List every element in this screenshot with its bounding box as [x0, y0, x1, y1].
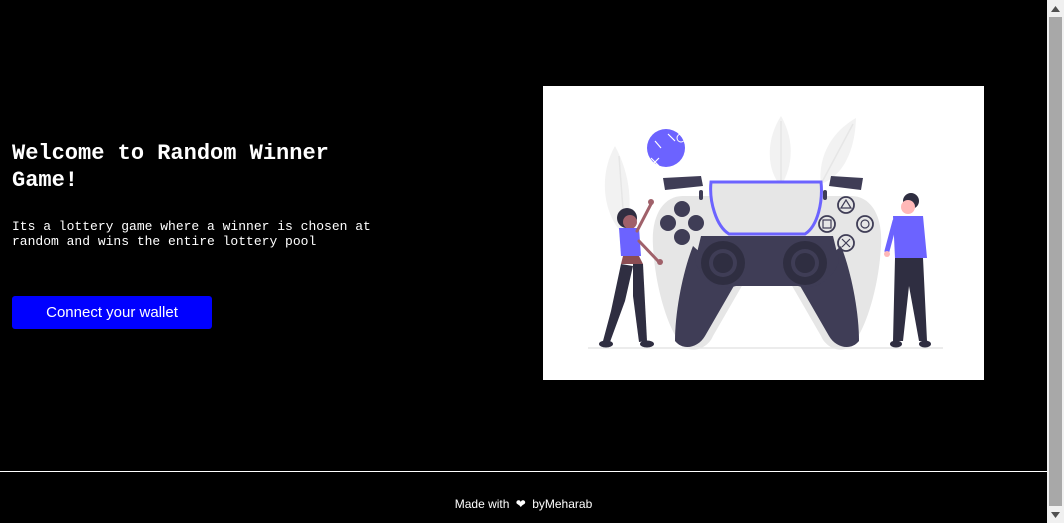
- heart-icon: ❤: [515, 497, 526, 511]
- footer-text-before: Made with: [454, 497, 510, 511]
- connect-wallet-button[interactable]: Connect your wallet: [12, 296, 212, 329]
- vertical-scrollbar[interactable]: [1047, 0, 1064, 523]
- footer: Made with ❤ byMeharab: [0, 496, 1047, 512]
- game-controller-icon: [588, 116, 943, 350]
- hero-description: Its a lottery game where a winner is cho…: [12, 219, 371, 249]
- scrollbar-thumb[interactable]: [1049, 17, 1062, 506]
- footer-divider: [0, 471, 1047, 472]
- game-illustration: [543, 86, 984, 380]
- scroll-up-arrow-icon[interactable]: [1047, 0, 1064, 17]
- scroll-down-arrow-icon[interactable]: [1047, 506, 1064, 523]
- hero-section: Welcome to Random Winner Game! Its a lot…: [12, 140, 412, 249]
- page-viewport: Welcome to Random Winner Game! Its a lot…: [0, 0, 1047, 523]
- footer-author: byMeharab: [532, 497, 593, 511]
- page-title: Welcome to Random Winner Game!: [12, 141, 329, 193]
